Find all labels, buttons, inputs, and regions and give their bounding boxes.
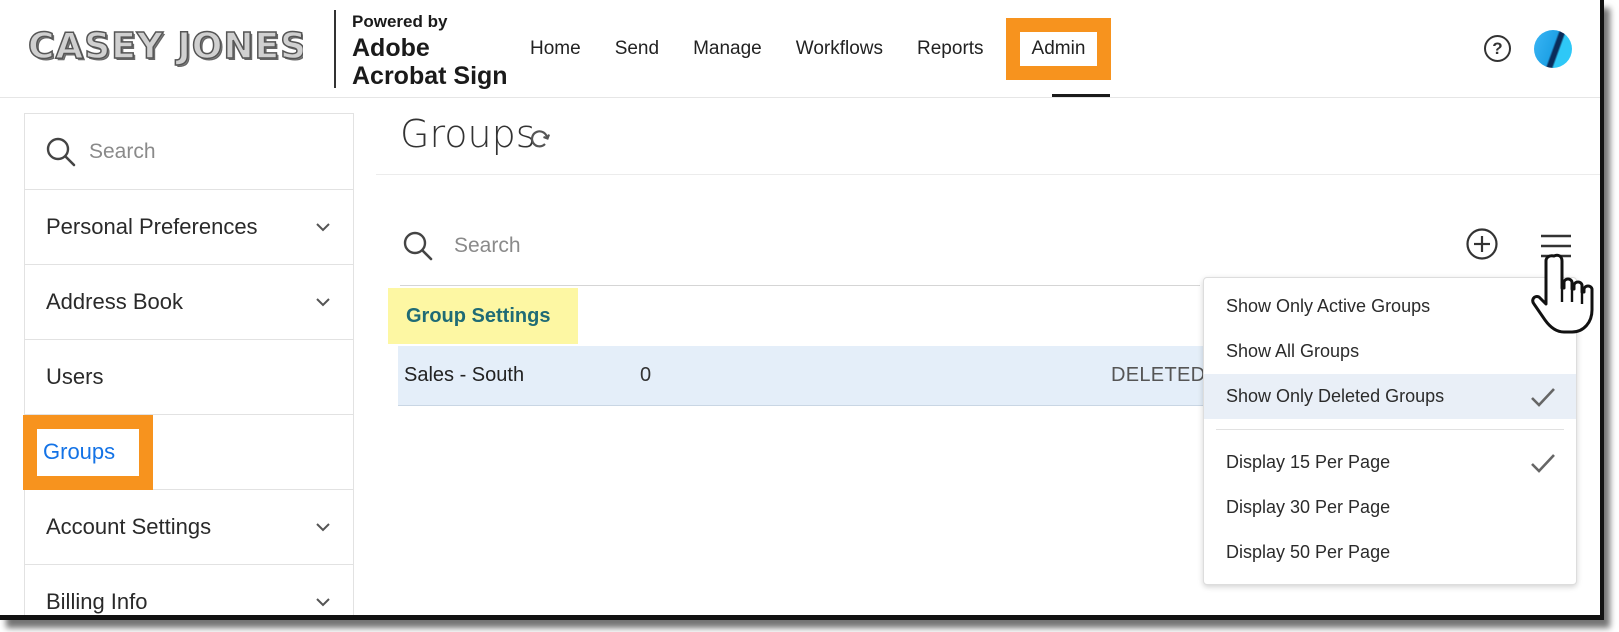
powered-by-label: Powered by bbox=[352, 12, 448, 31]
sidebar-item-groups[interactable]: Groups bbox=[23, 414, 353, 490]
menu-item-label: Show Only Active Groups bbox=[1226, 296, 1431, 316]
nav-reports[interactable]: Reports bbox=[917, 38, 984, 60]
sidebar-item-personal-preferences[interactable]: Personal Preferences bbox=[25, 190, 353, 265]
sidebar-item-label: Billing Info bbox=[46, 589, 148, 614]
menu-item-label: Display 30 Per Page bbox=[1226, 497, 1391, 517]
groups-search-input[interactable] bbox=[454, 234, 1054, 258]
groups-highlight: Groups bbox=[23, 414, 153, 490]
group-user-count: 0 bbox=[640, 364, 652, 386]
company-logo: CASEY JONES bbox=[28, 26, 303, 68]
sidebar-item-account-settings[interactable]: Account Settings bbox=[25, 490, 353, 565]
nav-admin[interactable]: Admin bbox=[1032, 38, 1086, 59]
chevron-down-icon bbox=[316, 223, 330, 232]
menu-item-show-deleted[interactable]: Show Only Deleted Groups bbox=[1204, 374, 1576, 419]
chevron-down-icon bbox=[316, 298, 330, 307]
add-circle-icon[interactable] bbox=[1465, 227, 1499, 261]
checkmark-icon bbox=[1531, 387, 1555, 407]
sidebar-item-address-book[interactable]: Address Book bbox=[25, 265, 353, 340]
hamburger-menu-icon[interactable] bbox=[1540, 233, 1572, 259]
menu-item-display-30[interactable]: Display 30 Per Page bbox=[1204, 485, 1576, 530]
groups-search bbox=[402, 230, 1054, 262]
product-name-line1: Adobe bbox=[352, 34, 430, 62]
sidebar-item-label: Personal Preferences bbox=[46, 214, 258, 239]
sidebar-item-label: Users bbox=[46, 364, 104, 389]
nav-send[interactable]: Send bbox=[615, 38, 659, 60]
admin-sidebar: Personal Preferences Address Book Users … bbox=[23, 113, 354, 615]
user-avatar[interactable] bbox=[1534, 30, 1572, 68]
nav-workflows[interactable]: Workflows bbox=[796, 38, 883, 60]
sidebar-item-label: Account Settings bbox=[46, 514, 212, 539]
search-icon bbox=[403, 231, 433, 261]
group-status: DELETED bbox=[1111, 364, 1206, 386]
sidebar-item-label: Address Book bbox=[46, 289, 183, 314]
sidebar-item-users[interactable]: Users bbox=[25, 340, 353, 415]
sidebar-item-billing-info[interactable]: Billing Info bbox=[25, 565, 353, 615]
nav-manage[interactable]: Manage bbox=[693, 38, 762, 60]
top-header: CASEY JONES Powered by Adobe Acrobat Sig… bbox=[0, 0, 1600, 98]
nav-admin-highlight: Admin bbox=[1005, 18, 1112, 80]
help-circle-icon[interactable]: ? bbox=[1484, 35, 1511, 62]
app-window: CASEY JONES Powered by Adobe Acrobat Sig… bbox=[0, 0, 1604, 620]
menu-item-show-active[interactable]: Show Only Active Groups bbox=[1204, 284, 1576, 329]
checkmark-icon bbox=[1531, 453, 1555, 473]
group-name: Sales - South bbox=[404, 364, 525, 386]
menu-item-label: Show Only Deleted Groups bbox=[1226, 386, 1445, 406]
search-divider bbox=[400, 285, 1200, 286]
group-settings-link[interactable]: Group Settings bbox=[388, 288, 578, 344]
nav-home[interactable]: Home bbox=[530, 38, 581, 60]
menu-item-label: Display 15 Per Page bbox=[1226, 452, 1391, 472]
table-row[interactable]: Sales - South 0 DELETED bbox=[398, 346, 1218, 406]
chevron-down-icon bbox=[316, 523, 330, 532]
product-name-line2: Acrobat Sign bbox=[352, 62, 508, 90]
menu-item-show-all[interactable]: Show All Groups bbox=[1204, 329, 1576, 374]
menu-item-display-50[interactable]: Display 50 Per Page bbox=[1204, 530, 1576, 575]
menu-item-label: Show All Groups bbox=[1226, 341, 1360, 361]
menu-item-label: Display 50 Per Page bbox=[1226, 542, 1391, 562]
main-nav: Home Send Manage Workflows Reports Admin bbox=[530, 0, 1112, 98]
product-name: Adobe Acrobat Sign bbox=[352, 34, 512, 90]
menu-divider bbox=[1216, 429, 1564, 430]
view-options-menu: Show Only Active Groups Show All Groups … bbox=[1203, 277, 1577, 585]
chevron-down-icon bbox=[316, 598, 330, 607]
sidebar-search bbox=[25, 114, 353, 190]
logo-divider bbox=[334, 10, 336, 88]
page-title: Groups bbox=[400, 112, 536, 156]
menu-item-display-15[interactable]: Display 15 Per Page bbox=[1204, 440, 1576, 485]
title-divider bbox=[376, 174, 1600, 175]
sidebar-item-label: Groups bbox=[43, 439, 116, 464]
nav-active-indicator bbox=[1052, 94, 1110, 97]
refresh-icon[interactable] bbox=[528, 127, 552, 151]
search-icon bbox=[46, 137, 76, 166]
sidebar-search-input[interactable] bbox=[89, 139, 339, 164]
